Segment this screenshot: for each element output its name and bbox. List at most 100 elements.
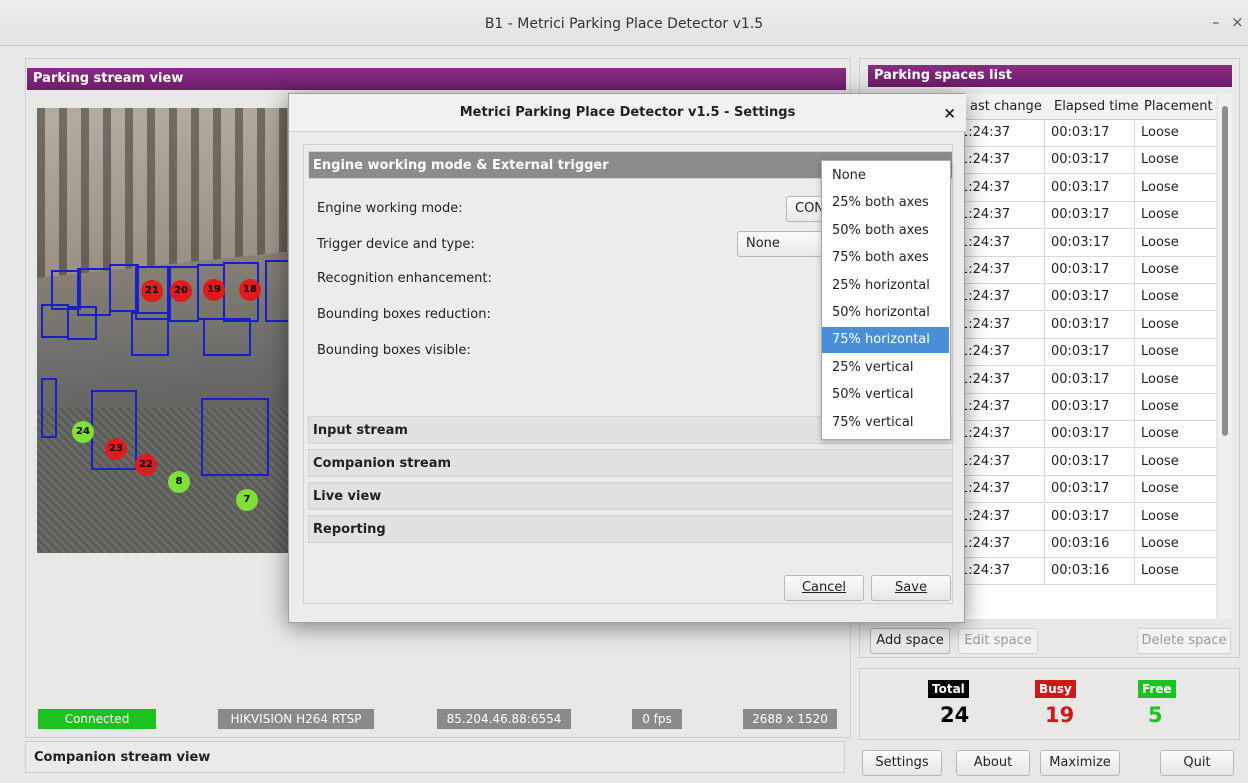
table-cell: Loose xyxy=(1134,147,1216,174)
table-cell: Loose xyxy=(1134,531,1216,557)
section-live-view[interactable]: Live view xyxy=(308,482,953,510)
bounding-box xyxy=(41,304,69,338)
table-cell: Loose xyxy=(1134,476,1216,503)
busy-space-marker: 20 xyxy=(170,280,192,302)
table-cell: 00:03:17 xyxy=(1044,120,1134,146)
dropdown-option[interactable]: 75% both axes xyxy=(822,245,949,271)
table-cell: Loose xyxy=(1134,311,1216,338)
bounding-box xyxy=(203,318,251,356)
table-cell: 00:03:17 xyxy=(1044,229,1134,256)
table-cell: 1:24:37 xyxy=(960,426,1011,442)
busy-count: 19 xyxy=(1045,703,1075,727)
recognition-label: Recognition enhancement: xyxy=(317,271,492,286)
trigger-select[interactable]: None xyxy=(737,231,827,257)
free-space-marker: 8 xyxy=(168,471,190,493)
dropdown-option[interactable]: 25% horizontal xyxy=(822,273,949,299)
table-cell: 1:24:37 xyxy=(960,453,1011,469)
bounding-box xyxy=(67,306,97,340)
table-cell: 00:03:17 xyxy=(1044,202,1134,229)
dropdown-option[interactable]: 25% vertical xyxy=(822,355,949,381)
companion-stream-header: Companion stream view xyxy=(25,741,845,773)
add-space-button[interactable]: Add space xyxy=(870,628,950,654)
table-cell: 1:24:37 xyxy=(960,316,1011,332)
table-cell: 00:03:17 xyxy=(1044,284,1134,311)
free-space-marker: 7 xyxy=(236,489,258,511)
table-cell: 00:03:17 xyxy=(1044,394,1134,420)
table-cell: 1:24:37 xyxy=(960,262,1011,277)
dropdown-option[interactable]: 25% both axes xyxy=(822,190,949,216)
scrollbar-thumb[interactable] xyxy=(1222,106,1228,436)
table-cell: 00:03:17 xyxy=(1044,339,1134,366)
connection-status: Connected xyxy=(38,709,156,729)
table-cell: 1:24:37 xyxy=(960,207,1011,223)
table-cell: 1:24:37 xyxy=(960,289,1011,305)
maximize-button[interactable]: Maximize xyxy=(1040,750,1120,776)
stream-view-header: Parking stream view xyxy=(27,68,846,90)
bounding-box xyxy=(131,312,169,356)
table-cell: Loose xyxy=(1134,394,1216,420)
fps-label: 0 fps xyxy=(632,709,682,729)
trigger-label: Trigger device and type: xyxy=(317,237,475,252)
table-cell: 1:24:37 xyxy=(960,508,1011,524)
window-titlebar: B1 - Metrici Parking Place Detector v1.5… xyxy=(0,0,1248,46)
table-cell: Loose xyxy=(1134,503,1216,530)
dropdown-option[interactable]: 75% vertical xyxy=(822,410,949,436)
dropdown-option[interactable]: None xyxy=(822,163,949,189)
table-cell: Loose xyxy=(1134,558,1216,585)
busy-label: Busy xyxy=(1035,680,1076,698)
table-cell: 00:03:17 xyxy=(1044,174,1134,201)
dropdown-option[interactable]: 50% horizontal xyxy=(822,300,949,326)
delete-space-button[interactable]: Delete space xyxy=(1137,628,1231,654)
table-cell: 00:03:17 xyxy=(1044,311,1134,338)
table-cell: Loose xyxy=(1134,202,1216,229)
busy-space-marker: 22 xyxy=(135,454,157,476)
total-count: 24 xyxy=(940,703,970,727)
engine-mode-label: Engine working mode: xyxy=(317,201,463,216)
column-header[interactable]: Elapsed time xyxy=(1054,94,1139,120)
table-cell: 1:24:37 xyxy=(960,152,1011,168)
table-cell: 00:03:17 xyxy=(1044,476,1134,503)
busy-space-marker: 18 xyxy=(239,279,261,301)
table-cell: 00:03:17 xyxy=(1044,147,1134,174)
table-cell: 00:03:17 xyxy=(1044,503,1134,530)
table-cell: 00:03:16 xyxy=(1044,558,1134,585)
table-cell: Loose xyxy=(1134,174,1216,201)
table-cell: 1:24:37 xyxy=(960,125,1011,140)
bbox-visible-label: Bounding boxes visible: xyxy=(317,343,471,358)
table-scrollbar[interactable] xyxy=(1218,94,1232,619)
dialog-close-button[interactable]: × xyxy=(943,104,956,122)
spaces-list-header: Parking spaces list xyxy=(868,65,1232,87)
table-cell: 1:24:37 xyxy=(960,344,1011,360)
table-cell: 1:24:37 xyxy=(960,563,1011,579)
edit-space-button[interactable]: Edit space xyxy=(958,628,1038,654)
column-header[interactable]: ast change xyxy=(970,94,1042,120)
column-header[interactable]: Placement xyxy=(1144,94,1213,120)
dropdown-option[interactable]: 75% horizontal xyxy=(822,327,949,354)
save-button[interactable]: Save xyxy=(871,575,951,601)
window-close-button[interactable]: × xyxy=(1231,13,1244,31)
dropdown-option[interactable]: 50% both axes xyxy=(822,218,949,244)
stream-address-label: 85.204.46.88:6554 xyxy=(437,709,571,729)
dialog-title: Metrici Parking Place Detector v1.5 - Se… xyxy=(289,94,966,132)
table-cell: 00:03:16 xyxy=(1044,531,1134,557)
table-cell: Loose xyxy=(1134,448,1216,475)
window-title: B1 - Metrici Parking Place Detector v1.5 xyxy=(484,16,764,32)
minimize-button[interactable]: – xyxy=(1212,13,1220,31)
table-cell: 00:03:17 xyxy=(1044,421,1134,448)
dropdown-option[interactable]: 50% vertical xyxy=(822,382,949,408)
cancel-button[interactable]: Cancel xyxy=(784,575,864,601)
about-button[interactable]: About xyxy=(956,750,1030,776)
settings-button[interactable]: Settings xyxy=(862,750,942,776)
table-cell: 00:03:17 xyxy=(1044,366,1134,393)
table-cell: 1:24:37 xyxy=(960,179,1011,195)
table-cell: Loose xyxy=(1134,284,1216,311)
table-cell: 1:24:37 xyxy=(960,234,1011,250)
busy-space-marker: 23 xyxy=(105,438,127,460)
table-cell: 00:03:17 xyxy=(1044,257,1134,283)
quit-button[interactable]: Quit xyxy=(1160,750,1234,776)
section-companion-stream[interactable]: Companion stream xyxy=(308,449,953,477)
free-count: 5 xyxy=(1148,703,1163,727)
section-reporting[interactable]: Reporting xyxy=(308,515,953,543)
bounding-box xyxy=(41,378,57,438)
table-cell: 1:24:37 xyxy=(960,481,1011,497)
